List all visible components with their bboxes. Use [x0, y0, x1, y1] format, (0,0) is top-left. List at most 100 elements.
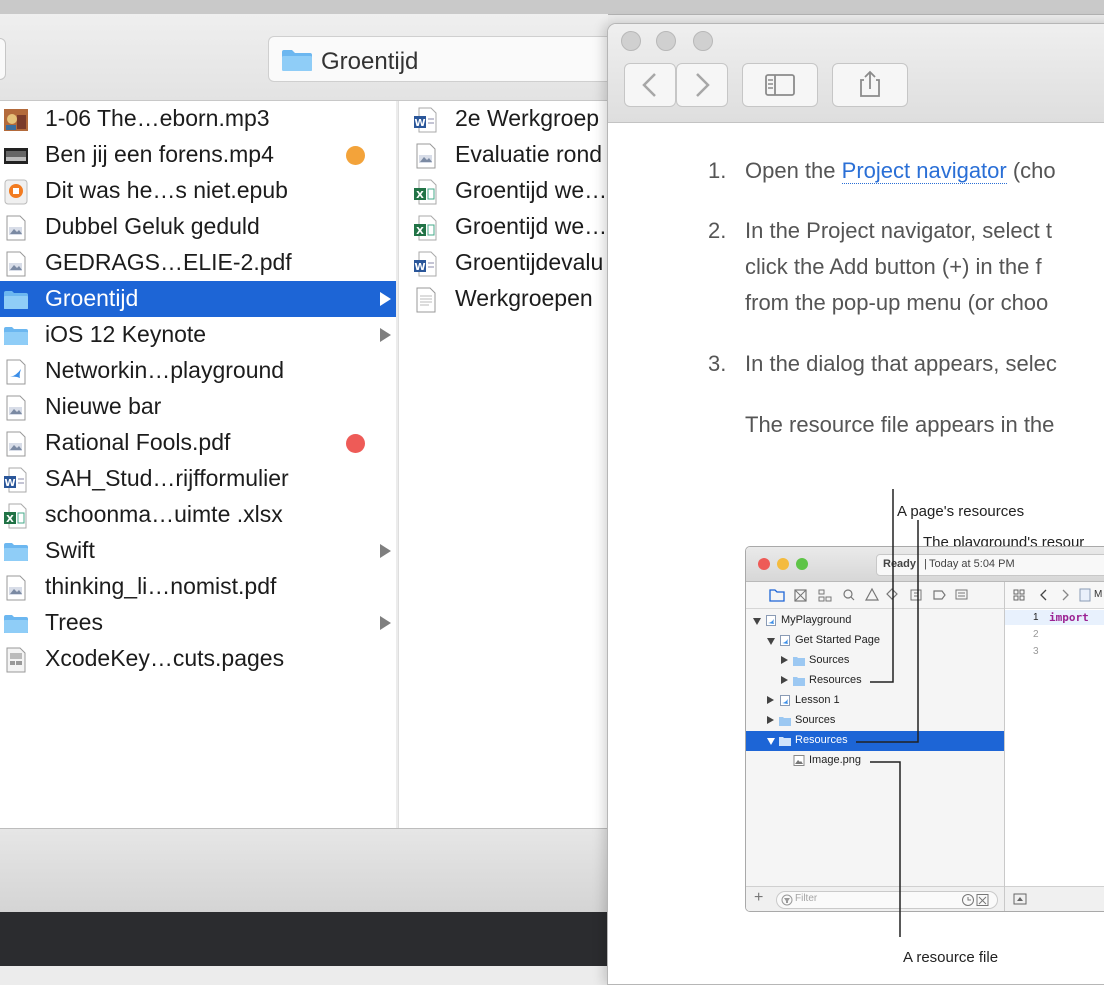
folder-icon: [793, 655, 805, 666]
zoom-button[interactable]: [693, 31, 713, 51]
project-navigator-link[interactable]: Project navigator: [841, 158, 1007, 184]
file-list-item[interactable]: Rational Fools.pdf: [0, 425, 396, 461]
file-list-item[interactable]: W Groentijdevalu: [399, 245, 609, 281]
folder-icon: [779, 715, 791, 726]
navigator-tree-item[interactable]: MyPlayground: [746, 611, 1004, 631]
add-icon: +: [754, 889, 764, 906]
swift-playground-icon: [3, 359, 29, 385]
file-list-item[interactable]: Nieuwe bar: [0, 389, 396, 425]
file-list-item[interactable]: thinking_li…nomist.pdf: [0, 569, 396, 605]
file-list-item[interactable]: XcodeKey…cuts.pages: [0, 641, 396, 677]
tree-item-label: Resources: [809, 674, 862, 686]
file-list-item[interactable]: Groentijd: [0, 281, 396, 317]
file-list-item[interactable]: Dubbel Geluk geduld: [0, 209, 396, 245]
color-tag-icon: [346, 434, 365, 453]
navigator-tree-item[interactable]: Resources: [746, 731, 1004, 751]
file-list-item[interactable]: W 2e Werkgroep: [399, 101, 609, 137]
browser-column-1[interactable]: 1-06 The…eborn.mp3 Ben jij een forens.mp4…: [0, 101, 396, 828]
back-button[interactable]: [624, 63, 676, 107]
filter-field[interactable]: Filter: [776, 891, 998, 909]
xcode-editor: M 1 2 3 import: [1005, 582, 1104, 911]
disclosure-closed-icon[interactable]: [781, 656, 788, 664]
disclosure-closed-icon[interactable]: [767, 696, 774, 704]
chevron-right-icon: [696, 73, 710, 97]
disclosure-open-icon[interactable]: [767, 738, 775, 745]
navigator-tree-item[interactable]: Resources: [746, 671, 1004, 691]
navigator-tree-item[interactable]: Image.png: [746, 751, 1004, 771]
file-list-item[interactable]: Evaluatie rond: [399, 137, 609, 173]
disclosure-closed-icon[interactable]: [767, 716, 774, 724]
file-list-item[interactable]: Trees: [0, 605, 396, 641]
file-list-item[interactable]: Xschoonma…uimte .xlsx: [0, 497, 396, 533]
disclosure-closed-icon[interactable]: [781, 676, 788, 684]
line-number: 1: [1033, 612, 1039, 623]
svg-text:W: W: [414, 262, 425, 273]
debug-bar: [1005, 886, 1104, 911]
file-list-item[interactable]: iOS 12 Keynote: [0, 317, 396, 353]
file-name: 1-06 The…eborn.mp3: [45, 105, 270, 131]
file-name: Trees: [45, 609, 103, 635]
file-list-item[interactable]: W SAH_Stud…rijfformulier: [0, 461, 396, 497]
file-list-item[interactable]: Dit was he…s niet.epub: [0, 173, 396, 209]
playground-page-icon: [779, 695, 791, 706]
excel-file-icon: X: [413, 179, 439, 205]
file-name: thinking_li…nomist.pdf: [45, 573, 277, 599]
excel-file-icon: X: [3, 503, 29, 529]
sidebar-toggle-button[interactable]: [742, 63, 818, 107]
folder-icon: [282, 50, 312, 71]
navigator-tree-item[interactable]: Lesson 1: [746, 691, 1004, 711]
jump-bar: M: [1005, 582, 1104, 609]
svg-text:W: W: [4, 478, 15, 489]
recent-and-scope-icons: [962, 894, 989, 906]
navigator-tree-item[interactable]: Sources: [746, 651, 1004, 671]
path-control[interactable]: Groentijd: [268, 36, 630, 82]
file-list-item[interactable]: Swift: [0, 533, 396, 569]
file-name: Evaluatie rond: [455, 141, 603, 167]
file-list-item[interactable]: Werkgroepen: [399, 281, 609, 317]
close-button[interactable]: [621, 31, 641, 51]
file-list-item[interactable]: GEDRAGS…ELIE-2.pdf: [0, 245, 396, 281]
folder-icon: [793, 675, 805, 686]
file-list-item[interactable]: X Groentijd we…: [399, 173, 609, 209]
tree-item-label: Resources: [795, 734, 848, 746]
file-list-item[interactable]: 1-06 The…eborn.mp3: [0, 101, 396, 137]
disclosure-arrow-icon: [380, 616, 391, 630]
svg-text:X: X: [416, 190, 424, 201]
document-file-icon: [3, 215, 29, 241]
file-name: schoonma…uimte .xlsx: [45, 501, 283, 527]
navigator-tree-item[interactable]: Get Started Page: [746, 631, 1004, 651]
help-viewer-window: 1. Open the Project navigator (cho 2. In…: [607, 23, 1104, 985]
epub-file-icon: [3, 179, 29, 205]
pdf-file-icon: [3, 251, 29, 277]
minimize-button[interactable]: [656, 31, 676, 51]
result-paragraph: The resource file appears in the: [745, 412, 1055, 437]
browser-column-2[interactable]: W 2e Werkgroep Evaluatie rond X Groentijd we…: [398, 101, 609, 828]
disclosure-arrow-icon: [380, 544, 391, 558]
tree-item-label: Sources: [795, 714, 836, 726]
forward-button[interactable]: [676, 63, 728, 107]
finder-toolbar: Groentijd: [0, 14, 630, 101]
excel-file-icon: X: [413, 215, 439, 241]
finder-window: Groentijd 1-06 The…eborn.mp3 Ben jij een …: [0, 14, 630, 913]
xcode-minimize-dot: [777, 558, 789, 570]
tree-item-label: Get Started Page: [795, 634, 880, 646]
disclosure-open-icon[interactable]: [767, 638, 775, 645]
file-list-item[interactable]: Networkin…playground: [0, 353, 396, 389]
xcode-activity-status: Ready | Today at 5:04 PM: [876, 554, 1104, 576]
image-file-icon: [793, 755, 805, 766]
navigator-tree-item[interactable]: Sources: [746, 711, 1004, 731]
color-tag-icon: [346, 146, 365, 165]
pages-file-icon: [3, 647, 29, 673]
xcode-navigator: MyPlayground Get Started Page Sources Resou…: [746, 582, 1005, 911]
file-list-item[interactable]: Ben jij een forens.mp4: [0, 137, 396, 173]
xcode-close-dot: [758, 558, 770, 570]
toolbar-button-partial[interactable]: [0, 38, 6, 80]
file-list-item[interactable]: X Groentijd we…: [399, 209, 609, 245]
file-name: Groentijd we…: [455, 213, 608, 239]
disclosure-open-icon[interactable]: [753, 618, 761, 625]
dock-background: [0, 912, 608, 966]
finder-status-bar: [0, 828, 608, 913]
file-name: Groentijd: [45, 285, 139, 311]
share-button[interactable]: [832, 63, 908, 107]
xcode-titlebar: Ready | Today at 5:04 PM: [746, 547, 1104, 582]
